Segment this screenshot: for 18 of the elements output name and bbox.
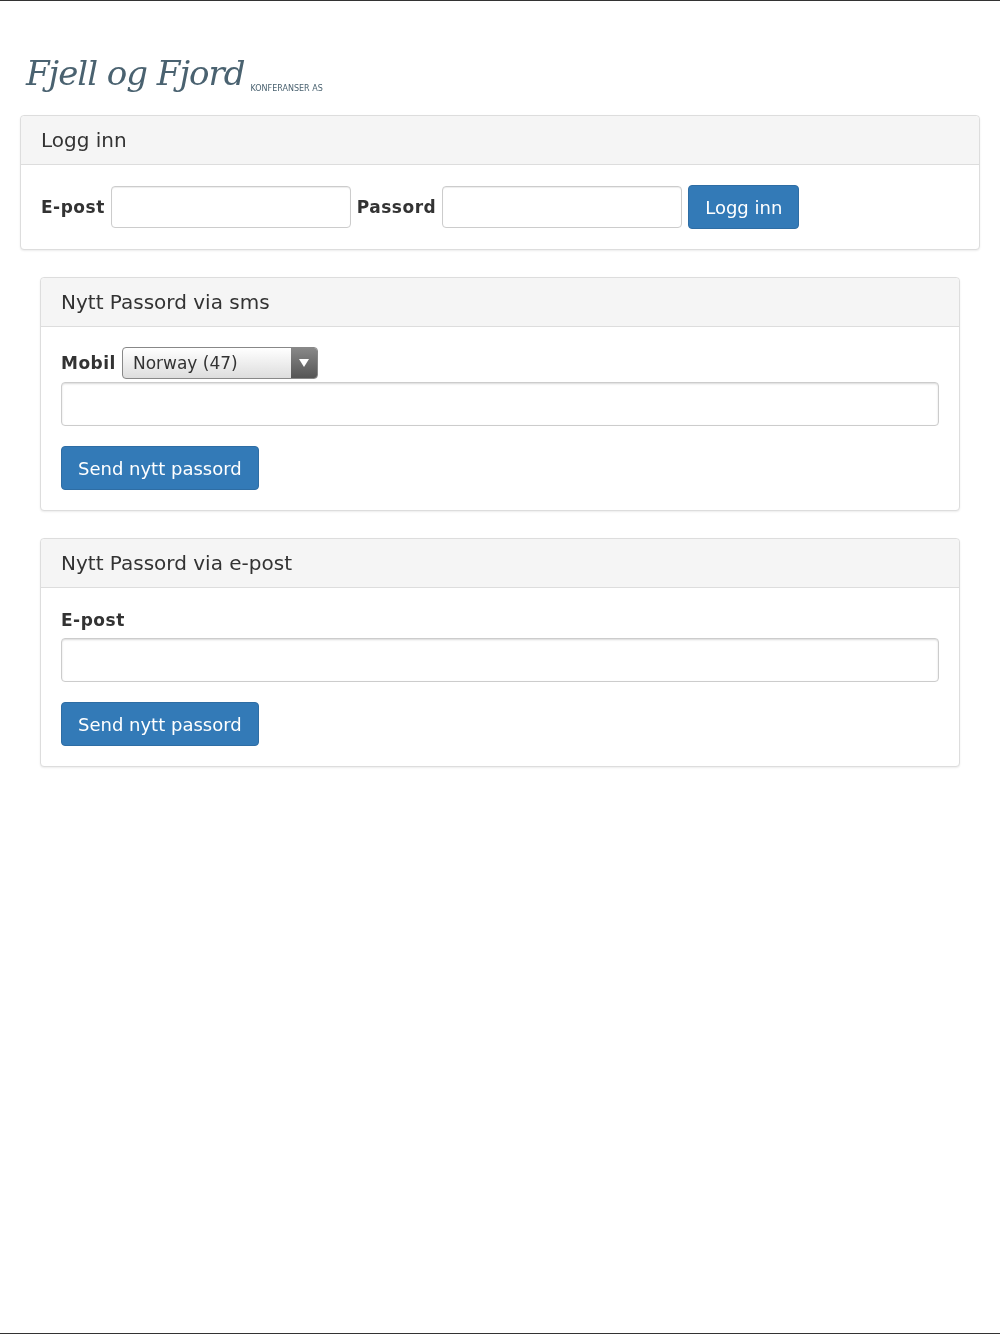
logo-text: Fjell og Fjord [26, 53, 245, 93]
phone-field[interactable] [61, 382, 939, 426]
email-label: E-post [41, 197, 105, 217]
panel-title: Nytt Passord via sms [61, 290, 270, 314]
email-field[interactable] [110, 186, 351, 228]
mobile-label: Mobil [61, 353, 116, 373]
password-label: Passord [356, 197, 437, 217]
panel-title: Logg inn [41, 128, 127, 152]
country-dropdown[interactable]: Norway (47) [121, 347, 318, 379]
password-field[interactable] [442, 186, 683, 228]
email-field[interactable] [61, 638, 939, 682]
send-password-button[interactable]: Send nytt passord [61, 702, 259, 746]
login-button[interactable]: Logg inn [688, 185, 800, 229]
logo-tagline: KONFERANSER AS [250, 84, 323, 93]
caret-icon [298, 359, 309, 367]
panel-title: Nytt Passord via e-post [61, 551, 292, 575]
email-label: E-post [61, 610, 125, 630]
send-password-button[interactable]: Send nytt passord [61, 446, 259, 490]
